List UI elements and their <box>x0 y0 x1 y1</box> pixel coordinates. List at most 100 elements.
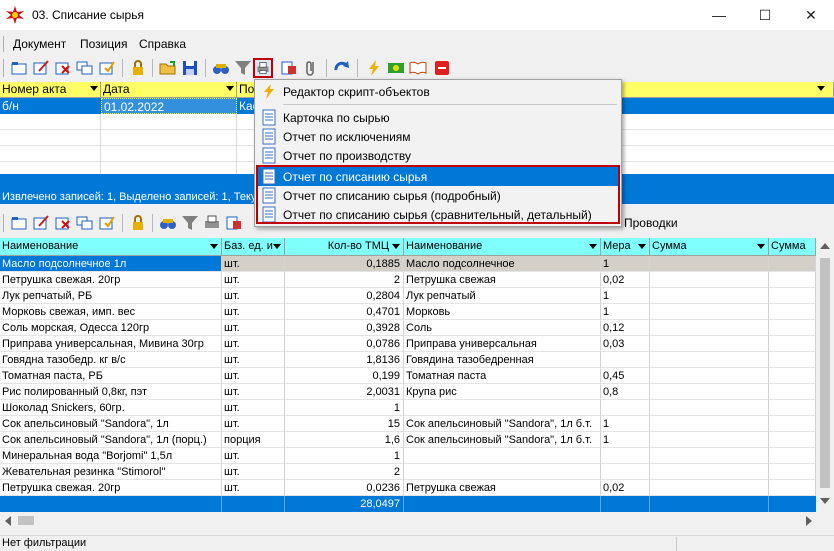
table-row[interactable]: Лук репчатый, РБ шт. 0,2804 Лук репчатый 1 <box>0 288 816 304</box>
scroll-up-icon[interactable] <box>820 243 830 249</box>
report-export-icon[interactable] <box>279 58 299 78</box>
sort-dropdown-icon[interactable] <box>638 244 646 249</box>
sort-dropdown-icon[interactable] <box>817 86 825 91</box>
measure-cell: 1 <box>601 304 650 320</box>
column-header-name[interactable]: Наименование <box>0 238 222 256</box>
sort-dropdown-icon[interactable] <box>210 244 218 249</box>
column-header-name-2[interactable]: Наименование <box>404 238 601 256</box>
item-name-cell: Соль морская, Одесса 120гр <box>0 320 222 336</box>
edit-icon[interactable] <box>31 213 51 233</box>
book-icon[interactable] <box>408 58 428 78</box>
close-button[interactable]: ✕ <box>788 0 834 30</box>
document-icon <box>262 128 276 145</box>
copy-icon[interactable] <box>75 213 95 233</box>
scroll-down-icon[interactable] <box>820 498 830 504</box>
maximize-button[interactable]: ☐ <box>742 0 788 30</box>
lock-icon[interactable] <box>128 213 148 233</box>
column-header-qty[interactable]: Кол-во ТМЦ <box>285 238 404 256</box>
save-icon[interactable] <box>180 58 200 78</box>
menu-item-raw-card[interactable]: Карточка по сырью <box>257 108 619 127</box>
stop-icon[interactable] <box>432 58 452 78</box>
column-header-sum[interactable]: Сумма <box>650 238 769 256</box>
column-header-act-number[interactable]: Номер акта <box>0 82 101 98</box>
menu-item-label: Отчет по исключениям <box>283 130 411 144</box>
table-row[interactable]: Томатная паста, РБ шт. 0,199 Томатная паста… <box>0 368 816 384</box>
delete-icon[interactable] <box>53 58 73 78</box>
lock-icon[interactable] <box>128 58 148 78</box>
sort-dropdown-icon[interactable] <box>273 244 281 249</box>
edit-icon[interactable] <box>31 58 51 78</box>
table-row[interactable]: Соль морская, Одесса 120гр шт. 0,3928 Соль 0… <box>0 320 816 336</box>
open-folder-icon[interactable] <box>158 58 178 78</box>
base-unit-cell: шт. <box>222 352 285 368</box>
column-header-label: Баз. ед. и <box>224 240 273 252</box>
table-row[interactable]: Петрушка свежая. 20гр шт. 2 Петрушка свежая… <box>0 272 816 288</box>
table-row[interactable]: Приправа универсальная, Мивина 30гр шт. 0,… <box>0 336 816 352</box>
column-header-measure[interactable]: Мера <box>601 238 650 256</box>
sort-dropdown-icon[interactable] <box>226 86 234 91</box>
sum-cell <box>650 320 769 336</box>
sort-dropdown-icon[interactable] <box>589 244 597 249</box>
table-row[interactable]: Жевательная резинка "Stimorol" шт. 2 <box>0 464 816 480</box>
print-reports-button[interactable] <box>253 58 273 78</box>
new-folder-icon[interactable] <box>9 58 29 78</box>
table-row[interactable]: Шоколад Snickers, 60гр. шт. 1 <box>0 400 816 416</box>
refresh-icon[interactable] <box>332 58 352 78</box>
approve-icon[interactable] <box>97 58 117 78</box>
menu-item-label: Карточка по сырью <box>283 111 390 125</box>
scroll-thumb[interactable] <box>820 258 830 488</box>
delete-icon[interactable] <box>53 213 73 233</box>
toolbar-grip <box>3 214 5 232</box>
vertical-scrollbar[interactable] <box>816 238 834 512</box>
new-folder-icon[interactable] <box>9 213 29 233</box>
table-row[interactable]: Минеральная вода "Borjomi" 1,5л шт. 1 <box>0 448 816 464</box>
postings-label[interactable]: Проводки <box>624 216 678 230</box>
table-row[interactable]: Масло подсолнечное 1л шт. 0,1885 Масло подс… <box>0 256 816 272</box>
approve-icon[interactable] <box>97 213 117 233</box>
lightning-icon[interactable] <box>364 58 384 78</box>
column-header-sum-2[interactable]: Сумма <box>769 238 816 256</box>
column-header-base-unit[interactable]: Баз. ед. и <box>222 238 285 256</box>
scroll-right-icon[interactable] <box>806 516 812 526</box>
positions-grid[interactable]: Наименование Баз. ед. и Кол-во ТМЦ Наиме… <box>0 238 816 512</box>
horizontal-scrollbar[interactable] <box>0 512 834 529</box>
raw-name-cell: Морковь <box>404 304 601 320</box>
measure-cell: 1 <box>601 256 650 272</box>
filter-icon[interactable] <box>233 58 253 78</box>
menu-document[interactable]: Документ <box>13 37 66 51</box>
binoculars-icon[interactable] <box>211 58 231 78</box>
item-name-cell: Рис полированный 0,8кг, пэт <box>0 384 222 400</box>
scroll-thumb[interactable] <box>18 516 34 525</box>
sort-dropdown-icon[interactable] <box>392 244 400 249</box>
filter-icon[interactable] <box>180 213 200 233</box>
report-export-icon[interactable] <box>224 213 244 233</box>
raw-name-cell: Крупа рис <box>404 384 601 400</box>
menu-position[interactable]: Позиция <box>80 37 127 51</box>
sort-dropdown-icon[interactable] <box>757 244 765 249</box>
menu-help[interactable]: Справка <box>139 37 186 51</box>
print-icon[interactable] <box>202 213 222 233</box>
totals-cell <box>0 496 222 512</box>
binoculars-icon[interactable] <box>158 213 178 233</box>
table-row[interactable]: Морковь свежая, имп. вес шт. 0,4701 Морковь… <box>0 304 816 320</box>
table-row[interactable]: Рис полированный 0,8кг, пэт шт. 2,0031 Круп… <box>0 384 816 400</box>
sort-dropdown-icon[interactable] <box>90 86 98 91</box>
scroll-left-icon[interactable] <box>5 516 11 526</box>
table-row[interactable]: Сок апельсиновый "Sandora", 1л (порц.) по… <box>0 432 816 448</box>
table-row[interactable]: Петрушка свежая. 20гр шт. 0,0236 Петрушка с… <box>0 480 816 496</box>
table-row[interactable]: Сок апельсиновый "Sandora", 1л шт. 15 Сок а… <box>0 416 816 432</box>
minimize-button[interactable]: — <box>696 0 742 30</box>
copy-icon[interactable] <box>75 58 95 78</box>
qty-cell: 1,8136 <box>285 352 404 368</box>
menu-item-exceptions-report[interactable]: Отчет по исключениям <box>257 127 619 146</box>
column-header-date[interactable]: Дата <box>101 82 237 98</box>
money-icon[interactable] <box>386 58 406 78</box>
item-name-cell: Петрушка свежая. 20гр <box>0 480 222 496</box>
item-name-cell: Приправа универсальная, Мивина 30гр <box>0 336 222 352</box>
attachment-icon[interactable] <box>301 58 321 78</box>
table-row[interactable]: Говядна тазобедр. кг в/с шт. 1,8136 Говядин… <box>0 352 816 368</box>
qty-cell: 0,0236 <box>285 480 404 496</box>
menu-item-script-editor[interactable]: Редактор скрипт-объектов <box>257 82 619 101</box>
menu-item-production-report[interactable]: Отчет по производству <box>257 146 619 165</box>
column-header-label: Сумма <box>771 240 806 252</box>
